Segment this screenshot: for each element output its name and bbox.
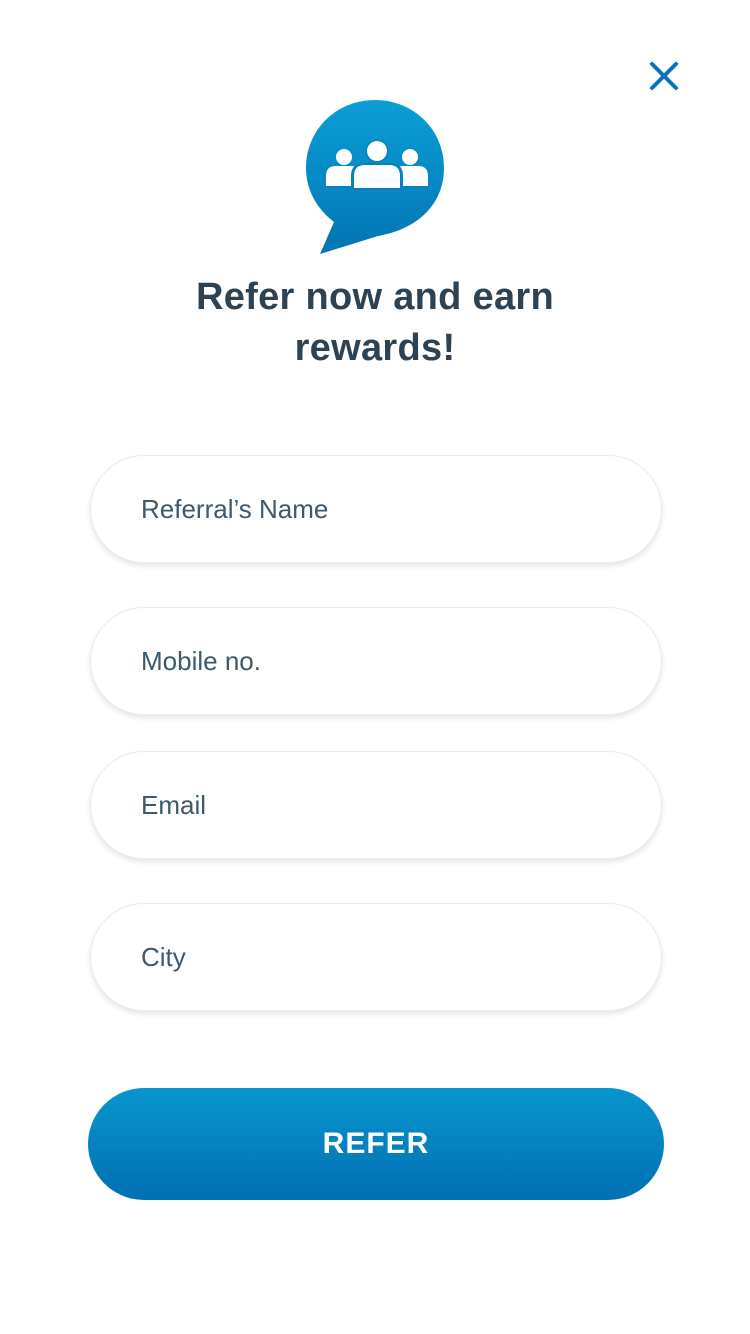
group-chat-bubble-icon: [306, 100, 444, 254]
title-line-2: rewards!: [294, 327, 456, 369]
refer-button[interactable]: REFER: [88, 1088, 664, 1200]
close-icon: [650, 62, 678, 90]
city-field[interactable]: [90, 903, 662, 1011]
email-input[interactable]: [91, 752, 661, 858]
close-button[interactable]: [640, 52, 688, 100]
referral-name-input[interactable]: [91, 456, 661, 562]
mobile-input[interactable]: [91, 608, 661, 714]
email-field[interactable]: [90, 751, 662, 859]
referral-name-field[interactable]: [90, 455, 662, 563]
title-line-1: Refer now and earn: [195, 276, 555, 318]
refer-logo: [300, 96, 450, 258]
city-input[interactable]: [91, 904, 661, 1010]
page-title: Refer now and earn rewards!: [0, 272, 750, 374]
mobile-field[interactable]: [90, 607, 662, 715]
